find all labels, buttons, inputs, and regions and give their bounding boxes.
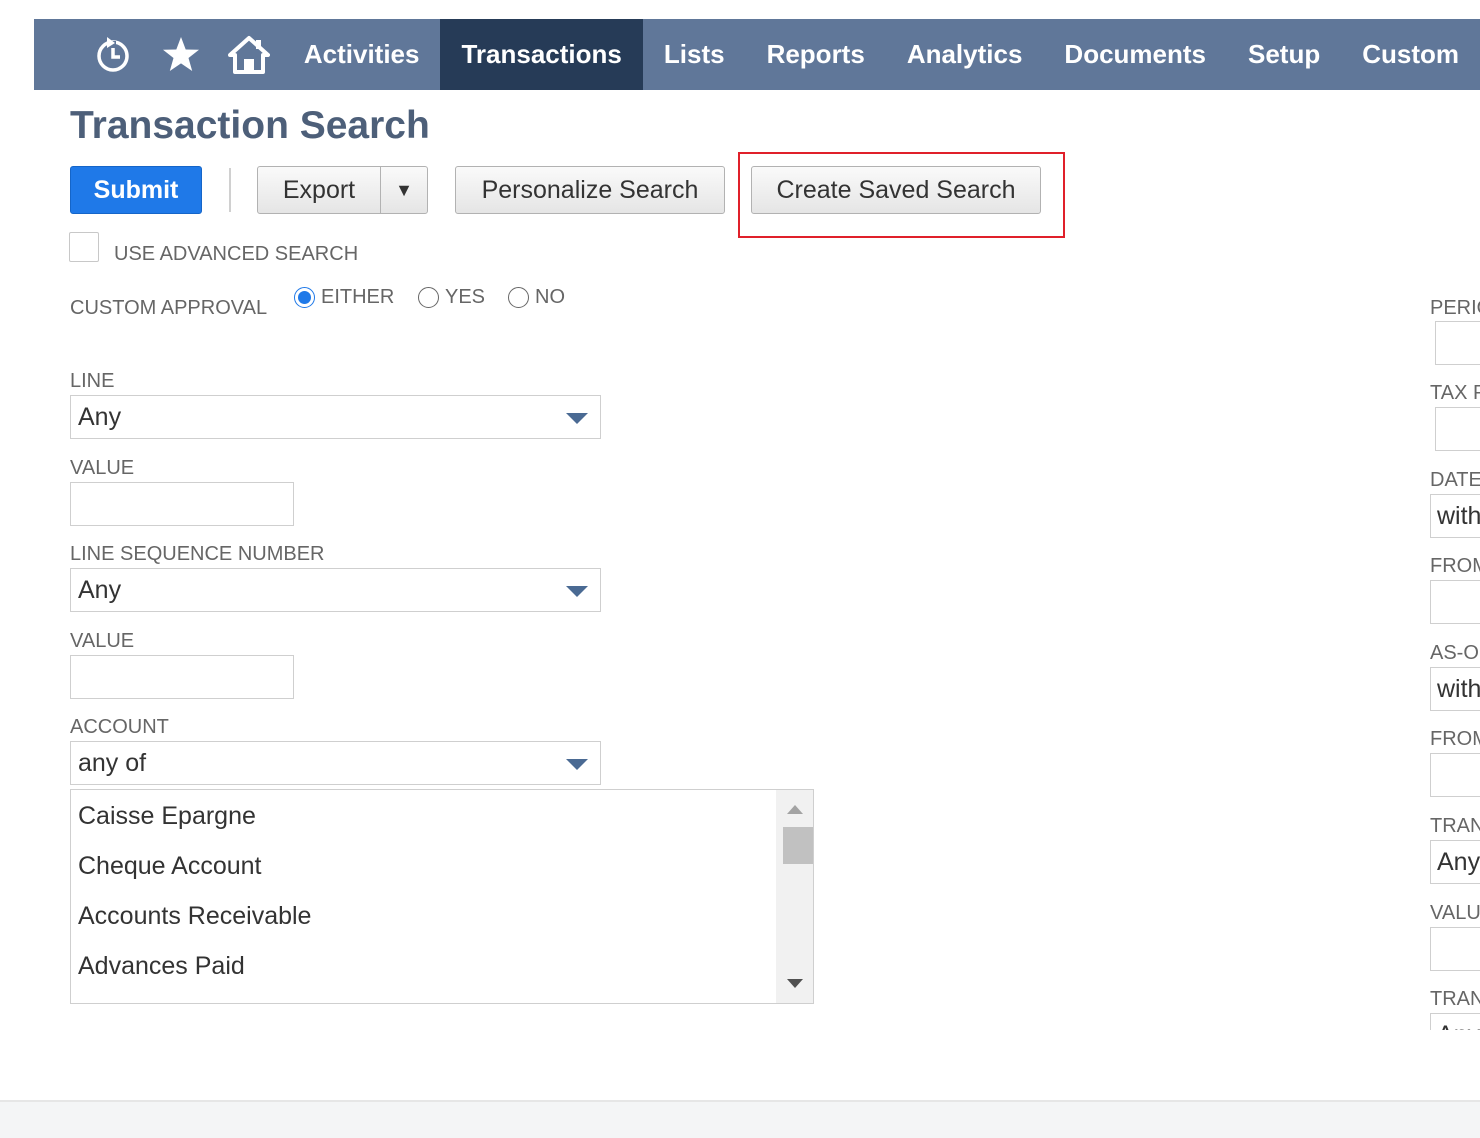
- list-item-accounts-receivable[interactable]: Accounts Receivable: [78, 902, 311, 931]
- nav-tab-reports[interactable]: Reports: [746, 19, 886, 90]
- right-filter-column: PERIOD TAX PERIOD DATE within FROM AS-OF…: [1430, 290, 1480, 1030]
- transaction-value-field[interactable]: [1430, 927, 1480, 971]
- radio-label-no: NO: [535, 286, 565, 308]
- as-of-select[interactable]: within: [1430, 667, 1480, 711]
- chevron-down-icon: [566, 413, 588, 424]
- line-sequence-value-input[interactable]: [70, 655, 294, 699]
- create-saved-search-button[interactable]: Create Saved Search: [751, 166, 1041, 214]
- transaction-select-2[interactable]: Any: [1430, 1013, 1480, 1030]
- line-sequence-number-label: LINE SEQUENCE NUMBER: [70, 543, 325, 565]
- as-of-label: AS-OF: [1430, 642, 1480, 664]
- tax-period-label: TAX PERIOD: [1430, 382, 1480, 404]
- list-scrollbar[interactable]: [776, 790, 813, 1003]
- radio-indicator: [294, 287, 315, 308]
- transaction-select[interactable]: Any: [1430, 840, 1480, 884]
- nav-tab-documents[interactable]: Documents: [1043, 19, 1227, 90]
- period-field[interactable]: [1435, 321, 1480, 365]
- use-advanced-search-label: USE ADVANCED SEARCH: [114, 243, 359, 265]
- nav-tab-lists[interactable]: Lists: [643, 19, 746, 90]
- nav-tab-analytics[interactable]: Analytics: [886, 19, 1044, 90]
- nav-tab-custom[interactable]: Custom: [1341, 19, 1480, 90]
- toolbar-divider: [229, 168, 231, 212]
- line-label: LINE: [70, 370, 115, 392]
- transaction-value-label: VALUE: [1430, 902, 1480, 924]
- scroll-thumb[interactable]: [783, 827, 813, 864]
- as-of-from-field[interactable]: [1430, 753, 1480, 797]
- nav-tab-activities[interactable]: Activities: [283, 19, 441, 90]
- date-from-field[interactable]: [1430, 580, 1480, 624]
- export-dropdown-button[interactable]: ▼: [380, 166, 428, 214]
- tax-period-field[interactable]: [1435, 407, 1480, 451]
- radio-indicator: [418, 287, 439, 308]
- star-icon[interactable]: [147, 19, 215, 90]
- nav-tab-setup[interactable]: Setup: [1227, 19, 1341, 90]
- chevron-down-icon: [566, 586, 588, 597]
- account-operator-value: any of: [78, 748, 147, 777]
- custom-approval-no-radio[interactable]: NO: [508, 286, 565, 309]
- use-advanced-search-checkbox[interactable]: [69, 232, 99, 262]
- date-select[interactable]: within: [1430, 494, 1480, 538]
- custom-approval-label: CUSTOM APPROVAL: [70, 297, 268, 319]
- list-item-advances-paid[interactable]: Advances Paid: [78, 952, 245, 981]
- main-nav-bar: Activities Transactions Lists Reports An…: [34, 19, 1480, 90]
- line-value-label: VALUE: [70, 457, 135, 479]
- radio-label-yes: YES: [445, 286, 486, 308]
- personalize-search-button[interactable]: Personalize Search: [455, 166, 725, 214]
- date-label: DATE: [1430, 469, 1480, 491]
- date-from-label: FROM: [1430, 555, 1480, 577]
- account-multiselect-list[interactable]: Caisse Epargne Cheque Account Accounts R…: [70, 789, 814, 1004]
- line-select[interactable]: Any: [70, 395, 601, 439]
- submit-button[interactable]: Submit: [70, 166, 202, 214]
- list-item-cheque-account[interactable]: Cheque Account: [78, 852, 261, 881]
- export-button[interactable]: Export: [257, 166, 381, 214]
- page-title: Transaction Search: [70, 104, 430, 147]
- account-operator-select[interactable]: any of: [70, 741, 601, 785]
- chevron-down-icon: [566, 759, 588, 770]
- line-sequence-number-select[interactable]: Any: [70, 568, 601, 612]
- radio-indicator: [508, 287, 529, 308]
- transaction-label: TRANSACTION: [1430, 815, 1480, 837]
- scroll-up-arrow-icon[interactable]: [787, 805, 803, 814]
- home-icon[interactable]: [215, 19, 283, 90]
- list-item-caisse-epargne[interactable]: Caisse Epargne: [78, 802, 256, 831]
- as-of-from-label: FROM: [1430, 728, 1480, 750]
- line-sequence-select-value: Any: [78, 575, 122, 604]
- custom-approval-either-radio[interactable]: EITHER: [294, 286, 394, 309]
- scroll-down-arrow-icon[interactable]: [787, 979, 803, 988]
- line-value-input[interactable]: [70, 482, 294, 526]
- page-footer: [0, 1100, 1480, 1138]
- line-select-value: Any: [78, 402, 122, 431]
- custom-approval-yes-radio[interactable]: YES: [418, 286, 485, 309]
- recent-history-icon[interactable]: [79, 19, 147, 90]
- transaction-label-2: TRANSACTION: [1430, 988, 1480, 1010]
- period-label: PERIOD: [1430, 297, 1480, 319]
- account-label: ACCOUNT: [70, 716, 169, 738]
- radio-label-either: EITHER: [321, 286, 395, 308]
- nav-tab-transactions[interactable]: Transactions: [440, 19, 643, 90]
- line-sequence-value-label: VALUE: [70, 630, 135, 652]
